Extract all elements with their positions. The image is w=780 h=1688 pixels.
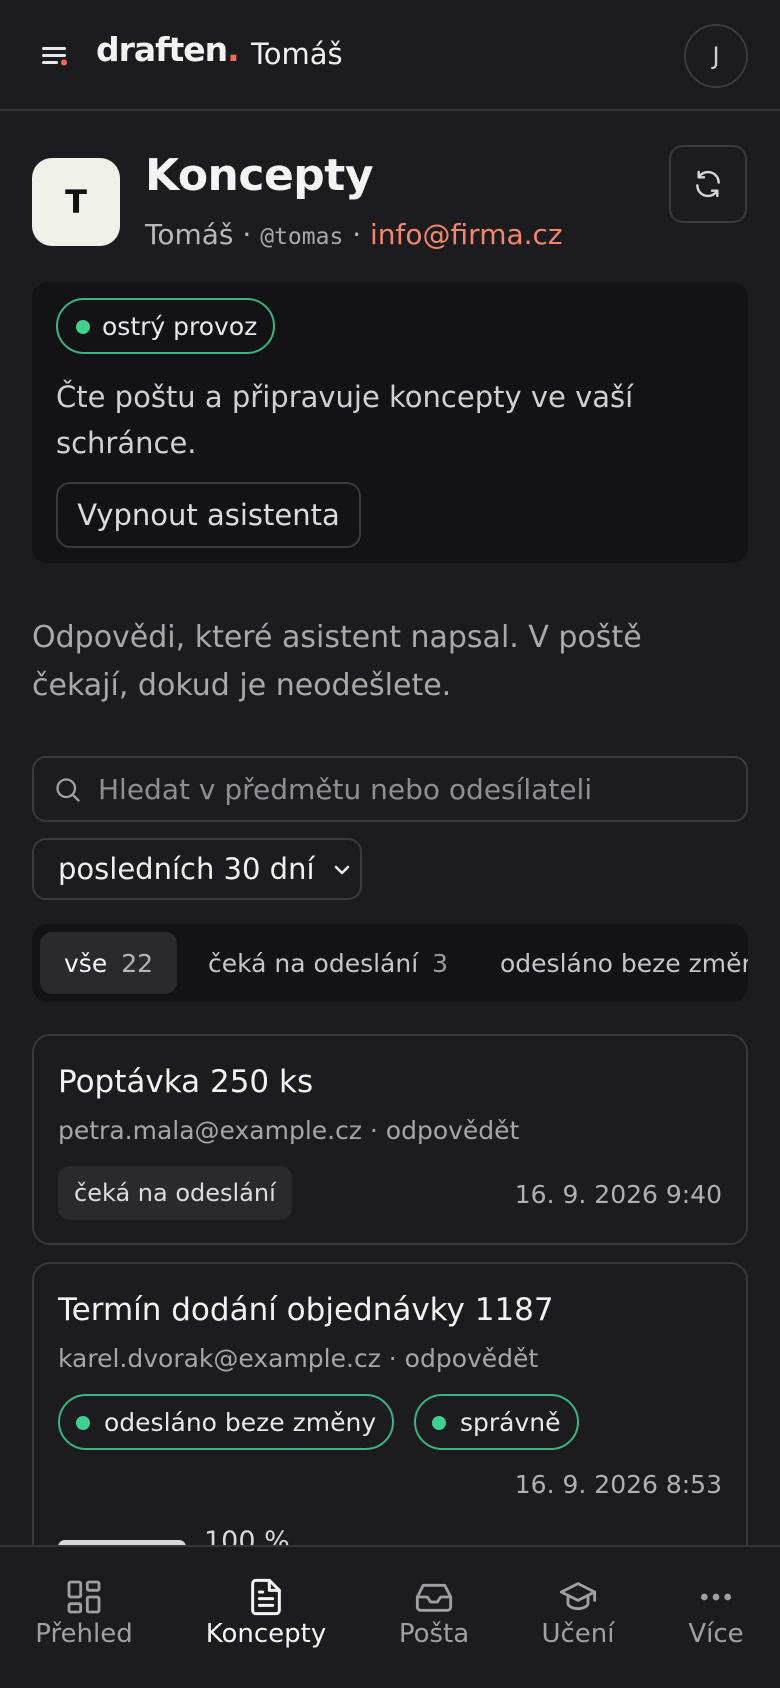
status-dot-icon [432,1416,446,1430]
menu-icon[interactable] [40,44,70,68]
nav-item-mail[interactable]: Pošta [384,1547,484,1688]
nav-item-more[interactable]: Více [666,1547,766,1688]
inbox-icon [415,1583,453,1612]
top-bar: draften. Tomáš J [0,0,780,111]
intro-text: Odpovědi, které asistent napsal. V poště… [32,620,642,703]
draft-subject: Termín dodání objednávky 1187 [58,1292,554,1328]
workspace-user-name: Tomáš [251,37,343,71]
status-badge: odesláno beze změny [58,1394,395,1450]
document-icon [251,1578,281,1616]
status-description: Čte poštu a připravuje koncepty ve vaší … [56,380,634,460]
date-range-value: posledních 30 dní [58,852,315,886]
draft-date: 16. 9. 2026 9:40 [514,1180,722,1209]
refresh-icon [696,170,720,198]
search-icon [56,778,80,802]
refresh-button[interactable] [669,145,747,223]
status-badge: ostrý provoz [56,298,276,354]
tab-sent-unchanged[interactable]: odesláno beze změny [500,932,748,994]
draft-date: 16. 9. 2026 8:53 [514,1470,722,1499]
draft-meta: karel.dvorak@example.cz · odpovědět [58,1344,539,1373]
separator: · [242,218,252,251]
draft-subject: Poptávka 250 ks [58,1064,314,1100]
draft-card[interactable]: Poptávka 250 ks petra.mala@example.cz · … [32,1034,748,1245]
search-box [32,756,748,822]
separator: · [352,218,362,251]
status-dot-icon [76,1416,90,1430]
bottom-nav: Přehled Koncepty Pošta Učení Více [0,1545,780,1688]
nav-item-learning[interactable]: Učení [528,1547,628,1688]
assistant-status-card: ostrý provoz Čte poštu a připravuje konc… [32,282,748,563]
graduation-cap-icon [559,1582,597,1611]
status-dot-icon [76,320,90,334]
profile-avatar: T [32,158,120,246]
nav-item-drafts[interactable]: Koncepty [206,1547,326,1688]
search-input[interactable] [98,766,728,812]
profile-handle: @tomas [260,224,344,250]
profile-subline: Tomáš · @tomas · info@firma.cz [145,218,563,251]
status-badge: čeká na odeslání [58,1166,292,1220]
draft-meta: petra.mala@example.cz · odpovědět [58,1116,520,1145]
date-range-select[interactable]: posledních 30 dní [32,838,362,900]
chevron-down-icon [334,865,350,875]
filter-tabs: vše 22 čeká na odeslání 3 odesláno beze zm… [32,924,748,1002]
brand-logo[interactable]: draften. [96,30,240,69]
page-title: Koncepty [145,150,374,201]
nav-item-overview[interactable]: Přehled [34,1547,134,1688]
verdict-badge: správně [414,1394,579,1450]
disable-assistant-button[interactable]: Vypnout asistenta [56,482,361,548]
tab-all[interactable]: vše 22 [40,932,178,994]
tab-waiting[interactable]: čeká na odeslání 3 [208,932,448,994]
account-avatar[interactable]: J [684,24,748,88]
more-dots-icon [701,1593,731,1601]
grid-icon [67,1580,101,1614]
profile-name: Tomáš [145,218,234,251]
profile-email-link[interactable]: info@firma.cz [370,218,563,251]
